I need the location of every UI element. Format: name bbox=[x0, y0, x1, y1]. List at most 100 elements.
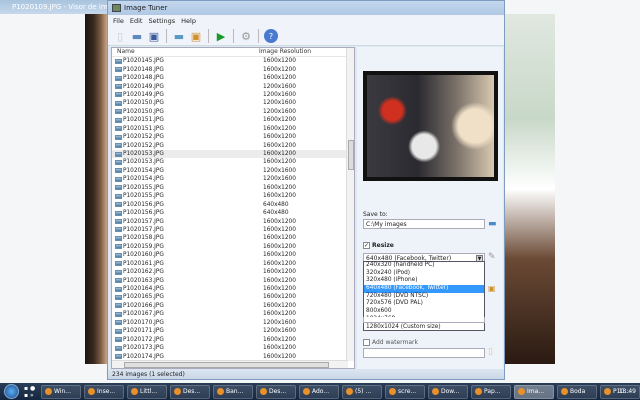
scrollbar-thumb[interactable] bbox=[124, 362, 329, 368]
table-row[interactable]: P1020171.JPG 1200x1600 bbox=[112, 327, 354, 335]
toolbar: ▯ ▬ ▣ ▬ ▣ ▶ ⚙ ? bbox=[108, 27, 504, 46]
menu-settings[interactable]: Settings bbox=[148, 17, 175, 25]
edit-icon[interactable]: ✎ bbox=[488, 252, 496, 262]
table-row[interactable]: P1020156.JPG 640x480 bbox=[112, 209, 354, 217]
taskbar-button[interactable]: Des... bbox=[170, 384, 210, 399]
table-row[interactable]: P1020157.JPG 1600x1200 bbox=[112, 226, 354, 234]
help-icon[interactable]: ? bbox=[264, 29, 278, 43]
table-row[interactable]: P1020149.JPG 1200x1600 bbox=[112, 82, 354, 90]
add-images-icon[interactable]: ▣ bbox=[189, 29, 203, 43]
table-row[interactable]: P1020167.JPG 1600x1200 bbox=[112, 310, 354, 318]
add-folder-icon[interactable]: ▬ bbox=[172, 29, 186, 43]
title-bar[interactable]: Image Tuner bbox=[108, 1, 504, 15]
table-row[interactable]: P1020164.JPG 1600x1200 bbox=[112, 285, 354, 293]
table-row[interactable]: P1020163.JPG 1600x1200 bbox=[112, 276, 354, 284]
table-row[interactable]: P1020166.JPG 1600x1200 bbox=[112, 302, 354, 310]
image-file-icon bbox=[115, 58, 122, 64]
watermark-checkbox[interactable]: Add watermark bbox=[363, 339, 418, 346]
start-button[interactable] bbox=[4, 384, 19, 399]
horizontal-scrollbar[interactable] bbox=[112, 360, 348, 368]
new-icon[interactable]: ▯ bbox=[113, 29, 127, 43]
table-row[interactable]: P1020153.JPG 1600x1200 bbox=[112, 158, 354, 166]
file-name: P1020173.JPG bbox=[123, 345, 164, 352]
table-row[interactable]: P1020172.JPG 1600x1200 bbox=[112, 335, 354, 343]
table-row[interactable]: P1020159.JPG 1600x1200 bbox=[112, 243, 354, 251]
menu-edit[interactable]: Edit bbox=[130, 17, 143, 25]
dropdown-option[interactable]: 320x240 (iPod) bbox=[364, 270, 484, 278]
browse-folder-icon[interactable]: ▬ bbox=[488, 219, 497, 229]
watermark-text-icon[interactable]: ▯ bbox=[488, 347, 493, 357]
dropdown-option[interactable]: 240x320 (handheld PC) bbox=[364, 262, 484, 270]
taskbar-button[interactable]: Ado... bbox=[299, 384, 339, 399]
image-file-icon bbox=[115, 354, 122, 360]
checkbox-unchecked-icon[interactable] bbox=[363, 339, 370, 346]
image-file-icon bbox=[115, 278, 122, 284]
dropdown-option[interactable]: 1280x1024 (Custom size) bbox=[364, 324, 484, 332]
settings-gears-icon[interactable]: ⚙ bbox=[239, 29, 253, 43]
table-row[interactable]: P1020145.JPG 1600x1200 bbox=[112, 57, 354, 65]
table-row[interactable]: P1020154.JPG 1200x1600 bbox=[112, 175, 354, 183]
app-icon bbox=[131, 388, 138, 395]
run-icon[interactable]: ▶ bbox=[214, 29, 228, 43]
app-icon bbox=[88, 388, 95, 395]
table-row[interactable]: P1020152.JPG 1600x1200 bbox=[112, 141, 354, 149]
quick-launch-icons[interactable]: ▪ ● ▪ » bbox=[24, 385, 39, 399]
table-row[interactable]: P1020160.JPG 1600x1200 bbox=[112, 251, 354, 259]
taskbar-button[interactable]: Littl... bbox=[127, 384, 167, 399]
table-row[interactable]: P1020162.JPG 1600x1200 bbox=[112, 268, 354, 276]
table-row[interactable]: P1020154.JPG 1200x1600 bbox=[112, 167, 354, 175]
menu-file[interactable]: File bbox=[113, 17, 124, 25]
watermark-input[interactable] bbox=[363, 348, 485, 358]
taskbar-button[interactable]: Ban... bbox=[213, 384, 253, 399]
dropdown-option[interactable]: 800x600 bbox=[364, 308, 484, 316]
save-icon[interactable]: ▣ bbox=[147, 29, 161, 43]
scrollbar-thumb[interactable] bbox=[348, 140, 354, 170]
file-name: P1020156.JPG bbox=[123, 201, 164, 208]
vertical-scrollbar[interactable] bbox=[346, 48, 354, 361]
taskbar-button[interactable]: Des... bbox=[256, 384, 296, 399]
table-row[interactable]: P1020165.JPG 1600x1200 bbox=[112, 293, 354, 301]
taskbar-button[interactable]: (5) ... bbox=[342, 384, 382, 399]
table-row[interactable]: P1020148.JPG 1600x1200 bbox=[112, 65, 354, 73]
table-row[interactable]: P1020150.JPG 1200x1600 bbox=[112, 108, 354, 116]
menu-help[interactable]: Help bbox=[181, 17, 196, 25]
taskbar-button[interactable]: Win... bbox=[41, 384, 81, 399]
dropdown-option[interactable]: 320x480 (iPhone) bbox=[364, 277, 484, 285]
table-row[interactable]: P1020173.JPG 1600x1200 bbox=[112, 344, 354, 352]
taskbar-button[interactable]: Ima... bbox=[514, 384, 554, 399]
column-name[interactable]: Name bbox=[117, 48, 259, 56]
table-row[interactable]: P1020151.JPG 1600x1200 bbox=[112, 125, 354, 133]
image-list[interactable]: Name Image Resolution P1020145.JPG 1600x1… bbox=[111, 47, 355, 369]
table-row[interactable]: P1020156.JPG 640x480 bbox=[112, 200, 354, 208]
table-row[interactable]: P1020158.JPG 1600x1200 bbox=[112, 234, 354, 242]
table-row[interactable]: P1020149.JPG 1200x1600 bbox=[112, 91, 354, 99]
table-row[interactable]: P1020155.JPG 1600x1200 bbox=[112, 192, 354, 200]
save-to-input[interactable]: C:\My images bbox=[363, 219, 485, 229]
table-row[interactable]: P1020170.JPG 1200x1600 bbox=[112, 319, 354, 327]
checkbox-checked-icon[interactable]: ✓ bbox=[363, 242, 370, 249]
table-row[interactable]: P1020151.JPG 1600x1200 bbox=[112, 116, 354, 124]
settings-panel: Save to: C:\My images ▬ ✓ Resize 640x480 … bbox=[357, 47, 503, 369]
dropdown-option[interactable]: 640x480 (Facebook, Twitter) bbox=[364, 285, 484, 293]
open-folder-icon[interactable]: ▬ bbox=[130, 29, 144, 43]
taskbar-button[interactable]: Inse... bbox=[84, 384, 124, 399]
table-row[interactable]: P1020150.JPG 1200x1600 bbox=[112, 99, 354, 107]
dropdown-option[interactable]: 720x480 (DVD NTSC) bbox=[364, 293, 484, 301]
taskbar-button[interactable]: scre... bbox=[385, 384, 425, 399]
taskbar-button[interactable]: Boda bbox=[557, 384, 597, 399]
column-resolution[interactable]: Image Resolution bbox=[259, 48, 311, 56]
taskbar-button[interactable]: Dow... bbox=[428, 384, 468, 399]
clock[interactable]: 13:49 bbox=[619, 388, 636, 395]
taskbar-button[interactable]: Pap... bbox=[471, 384, 511, 399]
table-row[interactable]: P1020155.JPG 1600x1200 bbox=[112, 184, 354, 192]
watermark-image-icon[interactable]: ▣ bbox=[488, 284, 496, 293]
dropdown-option[interactable]: 720x576 (DVD PAL) bbox=[364, 300, 484, 308]
file-name: P1020166.JPG bbox=[123, 302, 164, 309]
resize-checkbox[interactable]: ✓ Resize bbox=[363, 242, 394, 249]
table-row[interactable]: P1020153.JPG 1600x1200 bbox=[112, 149, 354, 159]
table-row[interactable]: P1020152.JPG 1600x1200 bbox=[112, 133, 354, 141]
table-row[interactable]: P1020161.JPG 1600x1200 bbox=[112, 260, 354, 268]
table-row[interactable]: P1020148.JPG 1600x1200 bbox=[112, 74, 354, 82]
image-resolution: 1200x1600 bbox=[263, 167, 296, 174]
table-row[interactable]: P1020157.JPG 1600x1200 bbox=[112, 217, 354, 225]
